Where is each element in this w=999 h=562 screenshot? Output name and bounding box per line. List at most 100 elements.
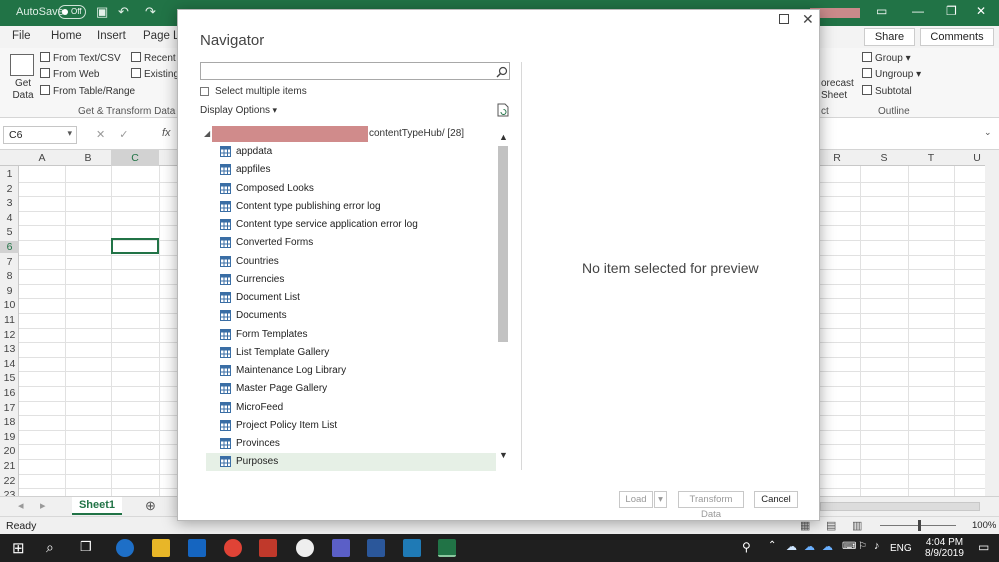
forecast-sheet-button[interactable]: orecast Sheet — [821, 78, 854, 102]
row-header[interactable]: 7 — [0, 256, 19, 268]
col-header-s[interactable]: S — [860, 152, 908, 164]
row-header[interactable]: 13 — [0, 343, 19, 355]
horizontal-scrollbar[interactable] — [820, 502, 980, 511]
tree-item[interactable]: Countries — [206, 253, 496, 271]
existing-connections-button[interactable]: Existing — [131, 68, 179, 80]
display-options-dropdown[interactable]: Display Options — [200, 105, 277, 116]
minimize-icon[interactable]: — — [912, 4, 924, 18]
row-header[interactable]: 8 — [0, 270, 19, 282]
ribbon-display-icon[interactable]: ▭ — [876, 4, 887, 18]
edge-icon[interactable] — [116, 539, 134, 557]
save-icon[interactable]: ▣ — [96, 4, 108, 20]
language-indicator[interactable]: ENG — [890, 543, 912, 554]
tree-item[interactable]: Provinces — [206, 435, 496, 453]
file-explorer-icon[interactable] — [152, 539, 170, 557]
add-sheet-icon[interactable]: ⊕ — [145, 498, 156, 514]
volume-icon[interactable]: ♪ — [874, 540, 880, 552]
row-header[interactable]: 20 — [0, 445, 19, 457]
chrome-icon[interactable] — [224, 539, 242, 557]
collapse-icon[interactable]: ◢ — [204, 129, 210, 138]
search-icon[interactable]: ⌕ — [46, 539, 54, 556]
share-button[interactable]: Share — [864, 28, 915, 46]
tree-item[interactable]: Maintenance Log Library — [206, 362, 496, 380]
tab-home[interactable]: Home — [51, 30, 82, 42]
dialog-close-icon[interactable]: ✕ — [802, 12, 814, 26]
clock[interactable]: 4:04 PM 8/9/2019 — [925, 537, 964, 559]
row-header[interactable]: 17 — [0, 402, 19, 414]
tree-item[interactable]: Currencies — [206, 271, 496, 289]
row-header[interactable]: 12 — [0, 329, 19, 341]
tree-item[interactable]: MicroFeed — [206, 399, 496, 417]
page-break-view-icon[interactable]: ▥ — [852, 519, 862, 532]
row-header[interactable]: 23 — [0, 489, 19, 496]
row-header[interactable]: 2 — [0, 183, 19, 195]
expand-formula-icon[interactable]: ⌄ — [984, 127, 992, 138]
group-button[interactable]: Group ▾ — [862, 52, 911, 64]
col-header-t[interactable]: T — [908, 152, 954, 164]
next-sheet-icon[interactable]: ▸ — [40, 499, 46, 512]
network-icon[interactable]: ⚐ — [858, 541, 867, 552]
show-hidden-icons[interactable]: ⌃ — [768, 540, 776, 551]
tree-root-node[interactable]: ◢ contentTypeHub/ [28] — [204, 126, 504, 142]
word-icon[interactable] — [367, 539, 385, 557]
get-data-button[interactable]: Get Data — [8, 78, 38, 102]
tools-icon[interactable] — [403, 539, 421, 557]
restore-icon[interactable]: ❐ — [946, 4, 957, 18]
tree-item[interactable]: Converted Forms — [206, 234, 496, 252]
people-icon[interactable]: ⚲ — [742, 540, 751, 554]
ime-icon[interactable]: ⌨ — [842, 541, 856, 552]
tab-file[interactable]: File — [12, 30, 31, 42]
notifications-icon[interactable]: ▭ — [978, 540, 989, 554]
scroll-down-icon[interactable]: ▼ — [499, 450, 508, 460]
tree-item[interactable]: Project Policy Item List — [206, 417, 496, 435]
tree-item[interactable]: appfiles — [206, 161, 496, 179]
row-header[interactable]: 10 — [0, 299, 19, 311]
selected-cell[interactable] — [111, 238, 159, 254]
refresh-icon[interactable] — [497, 103, 509, 117]
tree-scrollbar[interactable]: ▲ ▼ — [498, 132, 510, 467]
task-view-icon[interactable]: ❒ — [80, 539, 92, 555]
row-header[interactable]: 4 — [0, 212, 19, 224]
tree-item[interactable]: Content type service application error l… — [206, 216, 496, 234]
from-web-button[interactable]: From Web — [40, 68, 100, 80]
row-header[interactable]: 6 — [0, 241, 19, 253]
col-header-r[interactable]: R — [814, 152, 860, 164]
search-icon[interactable] — [496, 66, 508, 78]
name-box[interactable]: C6 — [3, 126, 77, 144]
col-header-b[interactable]: B — [65, 152, 111, 164]
col-header-c[interactable]: C — [111, 150, 159, 166]
windows-start-icon[interactable]: ⊞ — [12, 539, 25, 557]
row-header[interactable]: 5 — [0, 226, 19, 238]
from-table-range-button[interactable]: From Table/Range — [40, 85, 135, 97]
row-header[interactable]: 22 — [0, 475, 19, 487]
ungroup-button[interactable]: Ungroup ▾ — [862, 68, 921, 80]
scroll-up-icon[interactable]: ▲ — [499, 132, 508, 142]
outlook-icon[interactable] — [188, 539, 206, 557]
redo-icon[interactable]: ↷ — [145, 4, 156, 20]
onedrive-icon[interactable]: ☁ — [804, 540, 815, 553]
tree-item[interactable]: Master Page Gallery — [206, 380, 496, 398]
prev-sheet-icon[interactable]: ◂ — [18, 499, 24, 512]
scroll-thumb[interactable] — [498, 146, 508, 342]
zoom-level[interactable]: 100% — [972, 520, 996, 531]
row-header[interactable]: 11 — [0, 314, 19, 326]
tree-item[interactable]: Document List — [206, 289, 496, 307]
autosave-toggle[interactable]: Off — [58, 5, 86, 19]
teams-icon[interactable] — [332, 539, 350, 557]
col-header-a[interactable]: A — [19, 152, 65, 164]
row-header[interactable]: 21 — [0, 460, 19, 472]
row-header[interactable]: 19 — [0, 431, 19, 443]
row-header[interactable]: 16 — [0, 387, 19, 399]
row-header[interactable]: 3 — [0, 197, 19, 209]
onedrive-icon-2[interactable]: ☁ — [822, 540, 833, 553]
tree-item[interactable]: appdata — [206, 143, 496, 161]
from-text-csv-button[interactable]: From Text/CSV — [40, 52, 121, 64]
comments-button[interactable]: Comments — [920, 28, 994, 46]
tree-item[interactable]: Documents — [206, 307, 496, 325]
tab-insert[interactable]: Insert — [97, 30, 126, 42]
media-icon[interactable] — [296, 539, 314, 557]
excel-icon[interactable] — [438, 539, 456, 557]
row-header[interactable]: 1 — [0, 168, 19, 180]
cancel-button[interactable]: Cancel — [754, 491, 798, 508]
undo-icon[interactable]: ↶ — [118, 4, 129, 20]
